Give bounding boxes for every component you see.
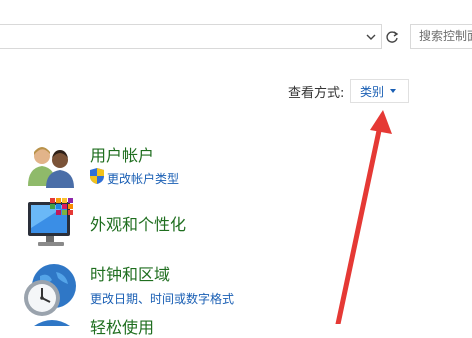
address-bar[interactable] (0, 24, 382, 49)
category-user-accounts[interactable]: 用户帐户 (90, 142, 154, 166)
appearance-personalization-icon[interactable] (26, 198, 78, 252)
category-appearance[interactable]: 外观和个性化 (90, 211, 186, 235)
refresh-icon (386, 30, 399, 43)
view-by-dropdown[interactable]: 类别 (350, 79, 409, 103)
category-clock-region[interactable]: 时钟和区域 (90, 261, 170, 285)
search-input[interactable]: 搜索控制面板 (410, 24, 472, 49)
view-by-label: 查看方式: (288, 86, 345, 101)
chevron-down-icon (366, 34, 376, 40)
category-ease-of-access[interactable]: 轻松使用 (90, 314, 154, 338)
refresh-button[interactable] (382, 24, 402, 49)
view-by-value: 类别 (360, 84, 385, 99)
link-change-account-type[interactable]: 更改帐户类型 (107, 170, 179, 187)
shield-icon (90, 168, 104, 184)
ease-of-access-icon[interactable] (32, 314, 72, 326)
user-accounts-icon[interactable] (26, 142, 76, 188)
clock-region-icon[interactable] (22, 262, 78, 318)
address-dropdown-button[interactable] (361, 24, 381, 49)
dropdown-caret-icon (390, 89, 397, 93)
link-change-date-time-format[interactable]: 更改日期、时间或数字格式 (90, 290, 234, 307)
